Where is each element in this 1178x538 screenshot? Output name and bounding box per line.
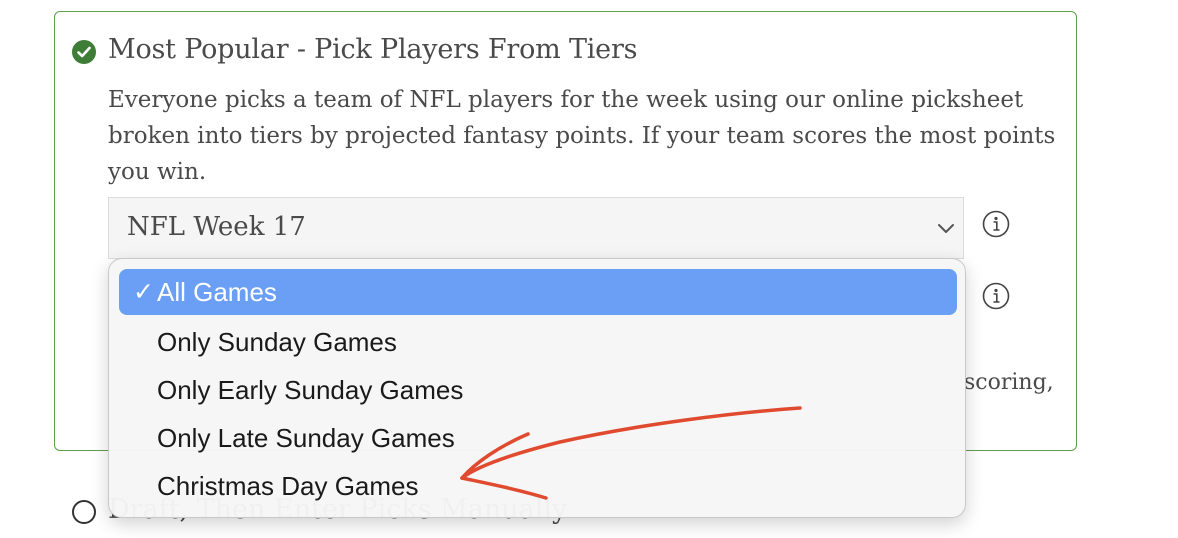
annotation-arrow	[460, 406, 802, 500]
info-icon[interactable]	[982, 282, 1010, 310]
radio-button[interactable]	[72, 500, 96, 524]
week-select-value: NFL Week 17	[127, 212, 306, 242]
info-icon[interactable]	[982, 210, 1010, 238]
partial-description-text: scoring,	[964, 370, 1054, 395]
menu-item-label: All Games	[157, 277, 277, 307]
menu-item-label: Only Sunday Games	[157, 327, 397, 357]
checkmark-icon: ✓	[133, 278, 154, 306]
menu-item-all-games[interactable]: ✓ All Games	[119, 269, 957, 315]
menu-item-label: Only Early Sunday Games	[157, 375, 464, 405]
menu-item-label: Only Late Sunday Games	[157, 423, 455, 453]
chevron-down-icon	[938, 224, 954, 233]
menu-item-only-sunday-games[interactable]: Only Sunday Games	[119, 319, 957, 365]
option-description: Everyone picks a team of NFL players for…	[108, 87, 1056, 185]
check-circle-icon	[72, 40, 96, 64]
option-title: Most Popular - Pick Players From Tiers	[108, 34, 638, 65]
week-select[interactable]: NFL Week 17	[108, 197, 964, 259]
menu-item-label: Christmas Day Games	[157, 471, 419, 501]
